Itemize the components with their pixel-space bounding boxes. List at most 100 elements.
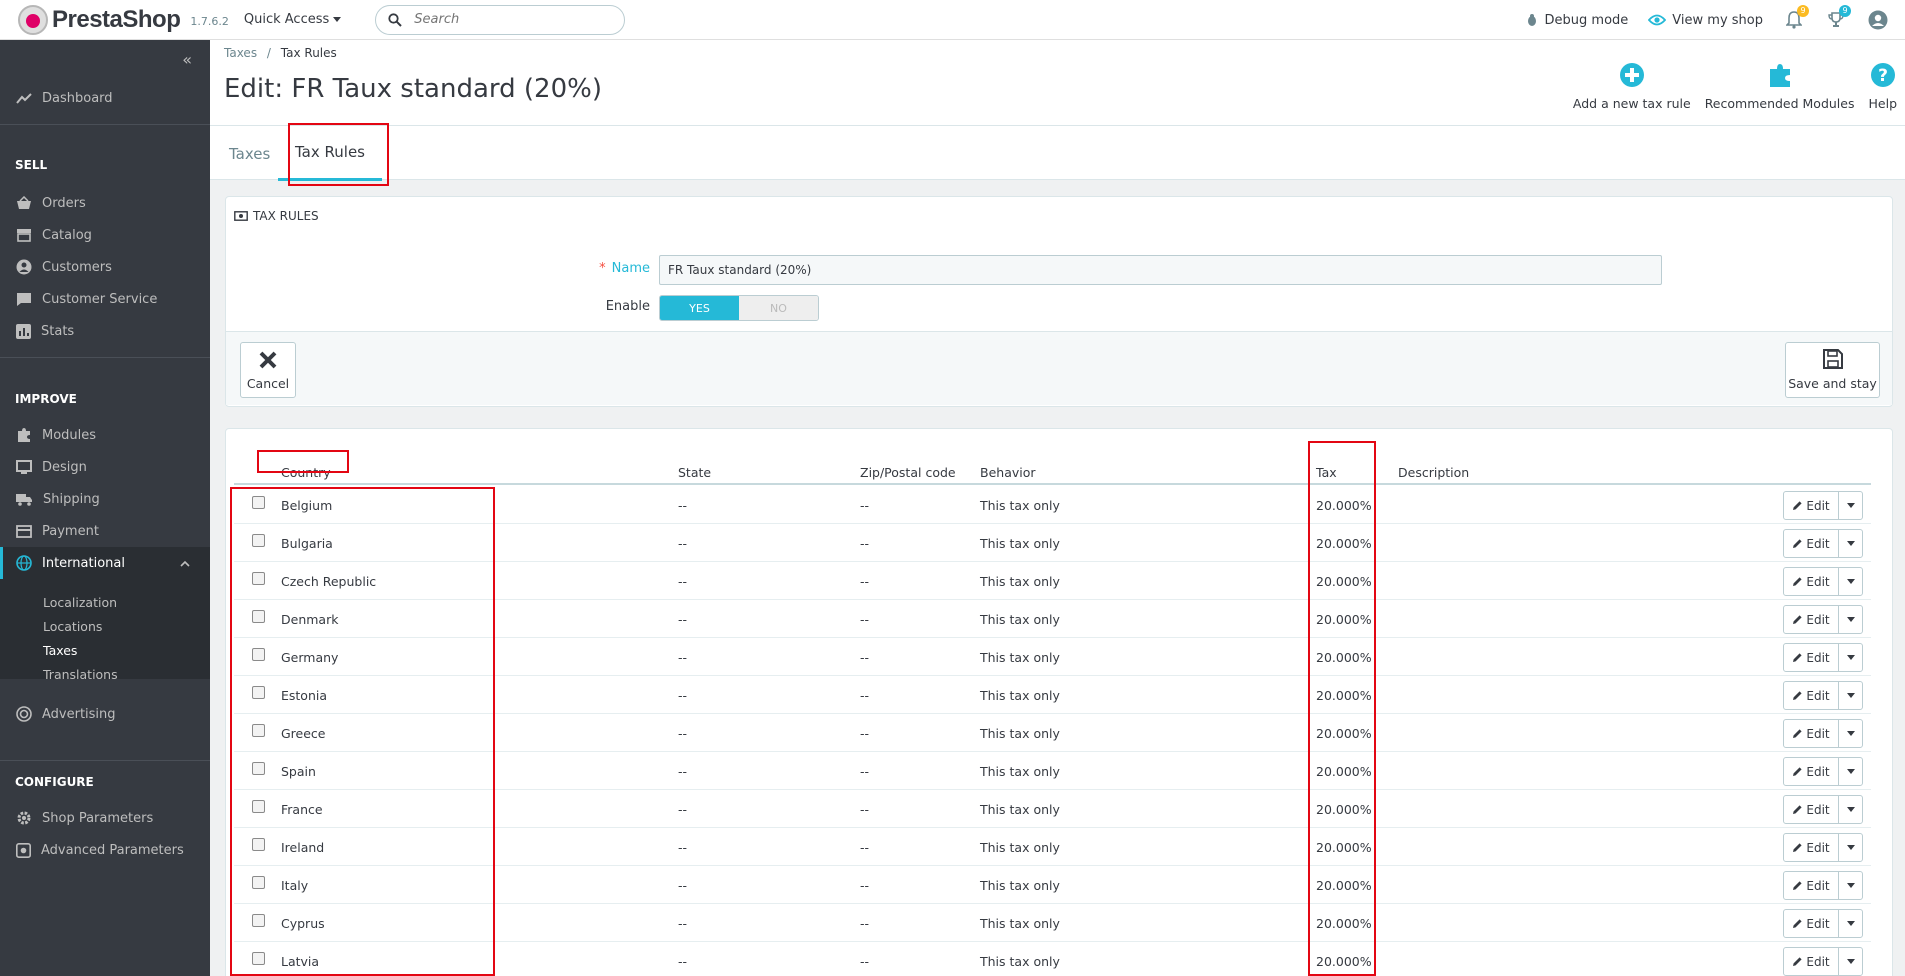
cell-zip: -- bbox=[860, 650, 870, 665]
edit-label: Edit bbox=[1806, 650, 1830, 665]
debug-mode-link[interactable]: Debug mode bbox=[1525, 12, 1629, 28]
edit-button[interactable]: Edit bbox=[1784, 568, 1839, 595]
add-new-tax-rule-button[interactable]: Add a new tax rule bbox=[1573, 62, 1691, 111]
cell-behavior: This tax only bbox=[980, 954, 1060, 969]
enable-toggle[interactable]: YES NO bbox=[659, 295, 819, 321]
edit-dropdown-toggle[interactable] bbox=[1839, 682, 1862, 709]
gear-icon bbox=[17, 811, 31, 825]
sidebar-item-advertising[interactable]: Advertising bbox=[0, 698, 210, 730]
edit-button[interactable]: Edit bbox=[1784, 834, 1839, 861]
enable-no-option[interactable]: NO bbox=[739, 296, 818, 320]
edit-label: Edit bbox=[1806, 878, 1830, 893]
cell-state: -- bbox=[678, 688, 688, 703]
notifications-button[interactable]: 9 bbox=[1783, 5, 1809, 31]
trophy-badge: 9 bbox=[1839, 5, 1851, 17]
caret-down-icon bbox=[1846, 807, 1855, 812]
edit-button[interactable]: Edit bbox=[1784, 492, 1839, 519]
sidebar-item-label: Advanced Parameters bbox=[41, 842, 184, 858]
page-toolbar: Add a new tax rule Recommended Modules ?… bbox=[1559, 62, 1905, 111]
edit-dropdown-toggle[interactable] bbox=[1839, 606, 1862, 633]
sidebar-item-customer-service[interactable]: Customer Service bbox=[0, 283, 210, 315]
submenu-item-localization[interactable]: Localization bbox=[43, 595, 117, 610]
caret-down-icon bbox=[1846, 845, 1855, 850]
view-shop-link[interactable]: View my shop bbox=[1648, 13, 1763, 28]
edit-button[interactable]: Edit bbox=[1784, 872, 1839, 899]
cell-behavior: This tax only bbox=[980, 612, 1060, 627]
globe-icon bbox=[16, 555, 32, 571]
edit-button[interactable]: Edit bbox=[1784, 682, 1839, 709]
edit-label: Edit bbox=[1806, 726, 1830, 741]
pencil-icon bbox=[1793, 691, 1802, 700]
submenu-item-taxes[interactable]: Taxes bbox=[43, 643, 77, 658]
sidebar-item-shop-parameters[interactable]: Shop Parameters bbox=[0, 802, 210, 834]
account-button[interactable] bbox=[1867, 9, 1889, 31]
cell-behavior: This tax only bbox=[980, 726, 1060, 741]
sidebar-item-catalog[interactable]: Catalog bbox=[0, 219, 210, 251]
search-input[interactable] bbox=[414, 12, 595, 27]
edit-dropdown-toggle[interactable] bbox=[1839, 948, 1862, 975]
collapse-sidebar-icon[interactable]: « bbox=[182, 50, 192, 69]
sidebar-item-orders[interactable]: Orders bbox=[0, 187, 210, 219]
breadcrumb-taxes-link[interactable]: Taxes bbox=[224, 46, 257, 60]
name-input[interactable] bbox=[659, 255, 1662, 285]
edit-dropdown-toggle[interactable] bbox=[1839, 834, 1862, 861]
user-avatar-icon bbox=[1868, 10, 1888, 30]
sidebar-item-international[interactable]: International bbox=[0, 547, 210, 579]
edit-button[interactable]: Edit bbox=[1784, 758, 1839, 785]
sidebar-item-design[interactable]: Design bbox=[0, 451, 210, 483]
enable-yes-option[interactable]: YES bbox=[660, 296, 739, 320]
puzzle-icon bbox=[1769, 64, 1790, 87]
edit-button[interactable]: Edit bbox=[1784, 910, 1839, 937]
trophy-button[interactable]: 9 bbox=[1825, 5, 1851, 31]
edit-dropdown-toggle[interactable] bbox=[1839, 796, 1862, 823]
sidebar-item-label: Shipping bbox=[43, 491, 100, 507]
submenu-item-translations[interactable]: Translations bbox=[43, 667, 118, 682]
sidebar-item-stats[interactable]: Stats bbox=[0, 315, 210, 347]
sidebar-item-label: Shop Parameters bbox=[42, 810, 154, 826]
recommended-modules-button[interactable]: Recommended Modules bbox=[1705, 62, 1855, 111]
debug-mode-label: Debug mode bbox=[1544, 12, 1629, 28]
edit-dropdown-toggle[interactable] bbox=[1839, 492, 1862, 519]
sidebar-item-payment[interactable]: Payment bbox=[0, 515, 210, 547]
edit-dropdown-toggle[interactable] bbox=[1839, 758, 1862, 785]
edit-button[interactable]: Edit bbox=[1784, 720, 1839, 747]
sidebar-item-modules[interactable]: Modules bbox=[0, 419, 210, 451]
submenu-item-locations[interactable]: Locations bbox=[43, 619, 102, 634]
search-box[interactable] bbox=[375, 4, 626, 35]
cancel-button[interactable]: Cancel bbox=[240, 342, 296, 398]
sidebar-item-label: Design bbox=[42, 459, 87, 475]
edit-button[interactable]: Edit bbox=[1784, 796, 1839, 823]
edit-button[interactable]: Edit bbox=[1784, 644, 1839, 671]
edit-dropdown-toggle[interactable] bbox=[1839, 530, 1862, 557]
prestashop-logo[interactable]: PrestaShop bbox=[18, 4, 181, 35]
plus-circle-icon bbox=[1619, 63, 1644, 87]
column-header-zip: Zip/Postal code bbox=[860, 465, 956, 480]
edit-button-group: Edit bbox=[1783, 681, 1863, 710]
tab-taxes[interactable]: Taxes bbox=[229, 126, 270, 181]
cell-state: -- bbox=[678, 878, 688, 893]
edit-label: Edit bbox=[1806, 612, 1830, 627]
cell-behavior: This tax only bbox=[980, 536, 1060, 551]
edit-dropdown-toggle[interactable] bbox=[1839, 644, 1862, 671]
edit-button[interactable]: Edit bbox=[1784, 606, 1839, 633]
pencil-icon bbox=[1793, 653, 1802, 662]
help-button[interactable]: ? Help bbox=[1869, 62, 1897, 111]
caret-down-icon bbox=[1846, 503, 1855, 508]
edit-button[interactable]: Edit bbox=[1784, 530, 1839, 557]
quick-access-dropdown[interactable]: Quick Access bbox=[244, 12, 342, 27]
cell-state: -- bbox=[678, 650, 688, 665]
sidebar-item-shipping[interactable]: Shipping bbox=[0, 483, 210, 515]
edit-button[interactable]: Edit bbox=[1784, 948, 1839, 975]
edit-dropdown-toggle[interactable] bbox=[1839, 910, 1862, 937]
sidebar-item-advanced-parameters[interactable]: Advanced Parameters bbox=[0, 834, 210, 866]
caret-down-icon bbox=[1846, 769, 1855, 774]
sidebar-item-dashboard[interactable]: Dashboard bbox=[0, 82, 210, 114]
sidebar-item-label: Payment bbox=[42, 523, 99, 539]
edit-dropdown-toggle[interactable] bbox=[1839, 568, 1862, 595]
sidebar-item-customers[interactable]: Customers bbox=[0, 251, 210, 283]
cell-zip: -- bbox=[860, 954, 870, 969]
edit-dropdown-toggle[interactable] bbox=[1839, 720, 1862, 747]
edit-dropdown-toggle[interactable] bbox=[1839, 872, 1862, 899]
edit-label: Edit bbox=[1806, 764, 1830, 779]
save-and-stay-button[interactable]: Save and stay bbox=[1785, 342, 1880, 398]
